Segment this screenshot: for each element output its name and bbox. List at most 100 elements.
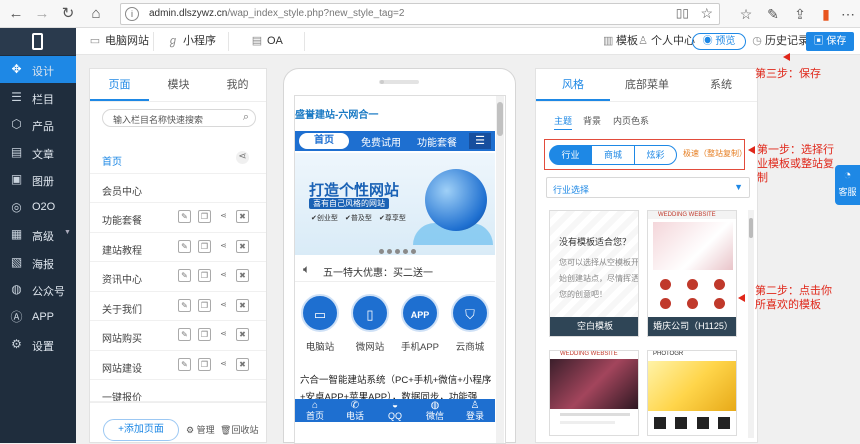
tab-modules[interactable]: 模块 (149, 69, 208, 101)
copy-icon[interactable]: ❐ (198, 239, 211, 253)
page-row[interactable]: 网站建设 ✎ ❐ ⋖ ✖ (90, 351, 266, 380)
template-card[interactable]: PHOTOGR (647, 350, 737, 436)
carousel-dot[interactable] (387, 249, 392, 254)
trash-icon[interactable]: ✖ (236, 298, 249, 312)
scrollbar-thumb[interactable] (497, 102, 503, 136)
footer-phone[interactable]: ✆ 电话 (335, 401, 375, 421)
tab-mini-program[interactable]: ℊ 小程序 (166, 28, 217, 55)
industry-select[interactable]: 行业选择 ▼ (546, 177, 750, 198)
scrollbar-thumb[interactable] (749, 218, 753, 238)
pen-icon[interactable]: ✎ (763, 4, 783, 24)
subtab-inner-color[interactable]: 内页色系 (613, 114, 649, 127)
share-icon[interactable]: ⋖ (217, 269, 230, 282)
edit-icon[interactable]: ✎ (178, 239, 191, 253)
favorites-list-icon[interactable]: ☆ (736, 4, 756, 24)
save-button[interactable]: ▣ 保存 (806, 32, 854, 51)
tab-pc-site[interactable]: ▭ 电脑网站 (88, 28, 149, 55)
carousel-dot[interactable] (395, 249, 400, 254)
home-icon[interactable]: ⌂ (86, 4, 106, 24)
reading-view-icon[interactable]: ▯▯ (676, 6, 689, 20)
segment-mall[interactable]: 商城 (591, 145, 635, 165)
address-bar[interactable]: i admin.dlszywz.cn/wap_index_style.php?n… (120, 3, 720, 25)
preview-button[interactable]: ◉ 预览 (692, 33, 746, 50)
info-icon[interactable]: i (125, 7, 139, 21)
menu-icon[interactable]: ☰ (469, 133, 491, 149)
edit-icon[interactable]: ✎ (178, 210, 191, 223)
pc-site-icon[interactable]: ▭ (301, 294, 339, 332)
notice-bar[interactable]: 🔈︎ 五一特大优惠：买二送一 (295, 256, 495, 282)
edit-icon[interactable]: ✎ (178, 357, 191, 371)
copy-icon[interactable]: ❐ (198, 298, 211, 312)
template-card-wedding[interactable]: WEDDING WEBSITE 婚庆公司（H1125） (647, 210, 737, 337)
page-row[interactable]: 关于我们 ✎ ❐ ⋖ ✖ (90, 292, 266, 321)
tab-oa[interactable]: ▤ OA (250, 28, 283, 55)
tab-system[interactable]: 系统 (684, 69, 758, 101)
page-row[interactable]: 建站教程 ✎ ❐ ⋖ ✖ (90, 233, 266, 262)
office-icon[interactable]: ▮ (816, 4, 836, 24)
tab-bottom-menu[interactable]: 底部菜单 (610, 69, 684, 101)
share-icon[interactable]: ⋖ (217, 240, 230, 253)
customer-service-button[interactable]: ◔ 客服 (835, 165, 860, 205)
footer-qq[interactable]: ◒ QQ (375, 401, 415, 421)
carousel-dot[interactable] (403, 249, 408, 254)
segment-industry[interactable]: 行业 (549, 145, 592, 165)
copy-icon[interactable]: ❐ (198, 210, 211, 223)
copy-icon[interactable]: ❐ (198, 357, 211, 371)
sidebar-item-products[interactable]: ⬡ 产品 (0, 111, 76, 138)
history-button[interactable]: ◷ 历史记录 (752, 28, 809, 55)
template-button[interactable]: ▥ 模板 (603, 28, 638, 55)
more-icon[interactable]: ⋯ (838, 4, 858, 24)
refresh-icon[interactable]: ↻ (58, 4, 78, 24)
trash-icon[interactable]: ✖ (236, 239, 249, 253)
share-icon[interactable]: ⋖ (236, 151, 249, 164)
sidebar-item-o2o[interactable]: ◎ O2O (0, 194, 76, 221)
hero-banner[interactable]: 打造个性网站 喜有自己风格的网站 ✔创业型 ✔普及型 ✔尊享型 (295, 153, 495, 255)
tab-pages[interactable]: 页面 (90, 69, 149, 101)
footer-wechat[interactable]: ◍ 微信 (415, 401, 455, 421)
nav-free-trial[interactable]: 免费试用 (361, 134, 401, 149)
manage-button[interactable]: ⚙ 管理 (186, 423, 215, 436)
site-copy-link[interactable]: 极速（整站复制） (683, 148, 747, 159)
segment-colorful[interactable]: 炫彩 (634, 145, 677, 165)
template-scrollbar[interactable] (748, 210, 754, 438)
cloud-mall-icon[interactable]: ⛉ (451, 294, 489, 332)
tab-style[interactable]: 风格 (536, 69, 610, 101)
footer-login[interactable]: ♙ 登录 (455, 401, 495, 421)
search-icon[interactable]: ⌕ (243, 111, 249, 124)
sidebar-item-advanced[interactable]: ▦ 高级 ▼ (0, 221, 76, 248)
mobile-device-toggle[interactable] (0, 28, 76, 55)
page-search-input[interactable]: 输入栏目名称快速搜索 ⌕ (102, 109, 256, 127)
blank-template-card[interactable]: 没有模板适合您？ 您可以选择从空模板开始创建站点，尽情挥洒您的创意吧！ 空白模板 (549, 210, 639, 337)
share-icon[interactable]: ⋖ (217, 358, 230, 371)
tab-mine[interactable]: 我的 (208, 69, 267, 101)
share-icon[interactable]: ⋖ (217, 328, 230, 341)
blank-template-button[interactable]: 空白模板 (550, 317, 638, 336)
copy-icon[interactable]: ❐ (198, 269, 211, 282)
sidebar-item-poster[interactable]: ▧ 海报 (0, 249, 76, 276)
sidebar-item-settings[interactable]: ⚙ 设置 (0, 331, 76, 358)
subtab-background[interactable]: 背景 (583, 114, 601, 127)
edit-icon[interactable]: ✎ (178, 298, 191, 312)
forward-arrow-icon[interactable]: → (32, 4, 52, 24)
page-row[interactable]: 功能套餐 ✎ ❐ ⋖ ✖ (90, 203, 266, 233)
preview-scrollbar[interactable] (496, 96, 504, 443)
page-row[interactable]: 会员中心 (90, 174, 266, 203)
page-row-home[interactable]: 首页 ⋖ (90, 144, 266, 174)
trash-icon[interactable]: ✖ (236, 328, 249, 341)
mobile-site-icon[interactable]: ▯ (351, 294, 389, 332)
copy-icon[interactable]: ❐ (198, 328, 211, 341)
nav-home[interactable]: 首页 (299, 133, 349, 149)
back-arrow-icon[interactable]: ← (6, 4, 26, 24)
carousel-dot[interactable] (411, 249, 416, 254)
phone-screen[interactable]: 盛誉建站-六网合一 首页 免费试用 功能套餐 ☰ 打造个性网站 喜有自己风格的网… (294, 95, 506, 444)
edit-icon[interactable]: ✎ (178, 328, 191, 341)
personal-center-button[interactable]: ♙ 个人中心 (638, 28, 695, 55)
recycle-bin-button[interactable]: 🗑︎回收站 (220, 423, 258, 436)
share-icon[interactable]: ⋖ (217, 299, 230, 312)
sidebar-item-gallery[interactable]: ▣ 图册 (0, 166, 76, 193)
page-row[interactable]: 资讯中心 ✎ ❐ ⋖ ✖ (90, 262, 266, 292)
page-row[interactable]: 一键报价 (90, 380, 266, 402)
template-card[interactable]: WEDDING WEBSITE (549, 350, 639, 436)
share-icon[interactable]: ⋖ (217, 210, 230, 223)
trash-icon[interactable]: ✖ (236, 357, 249, 371)
